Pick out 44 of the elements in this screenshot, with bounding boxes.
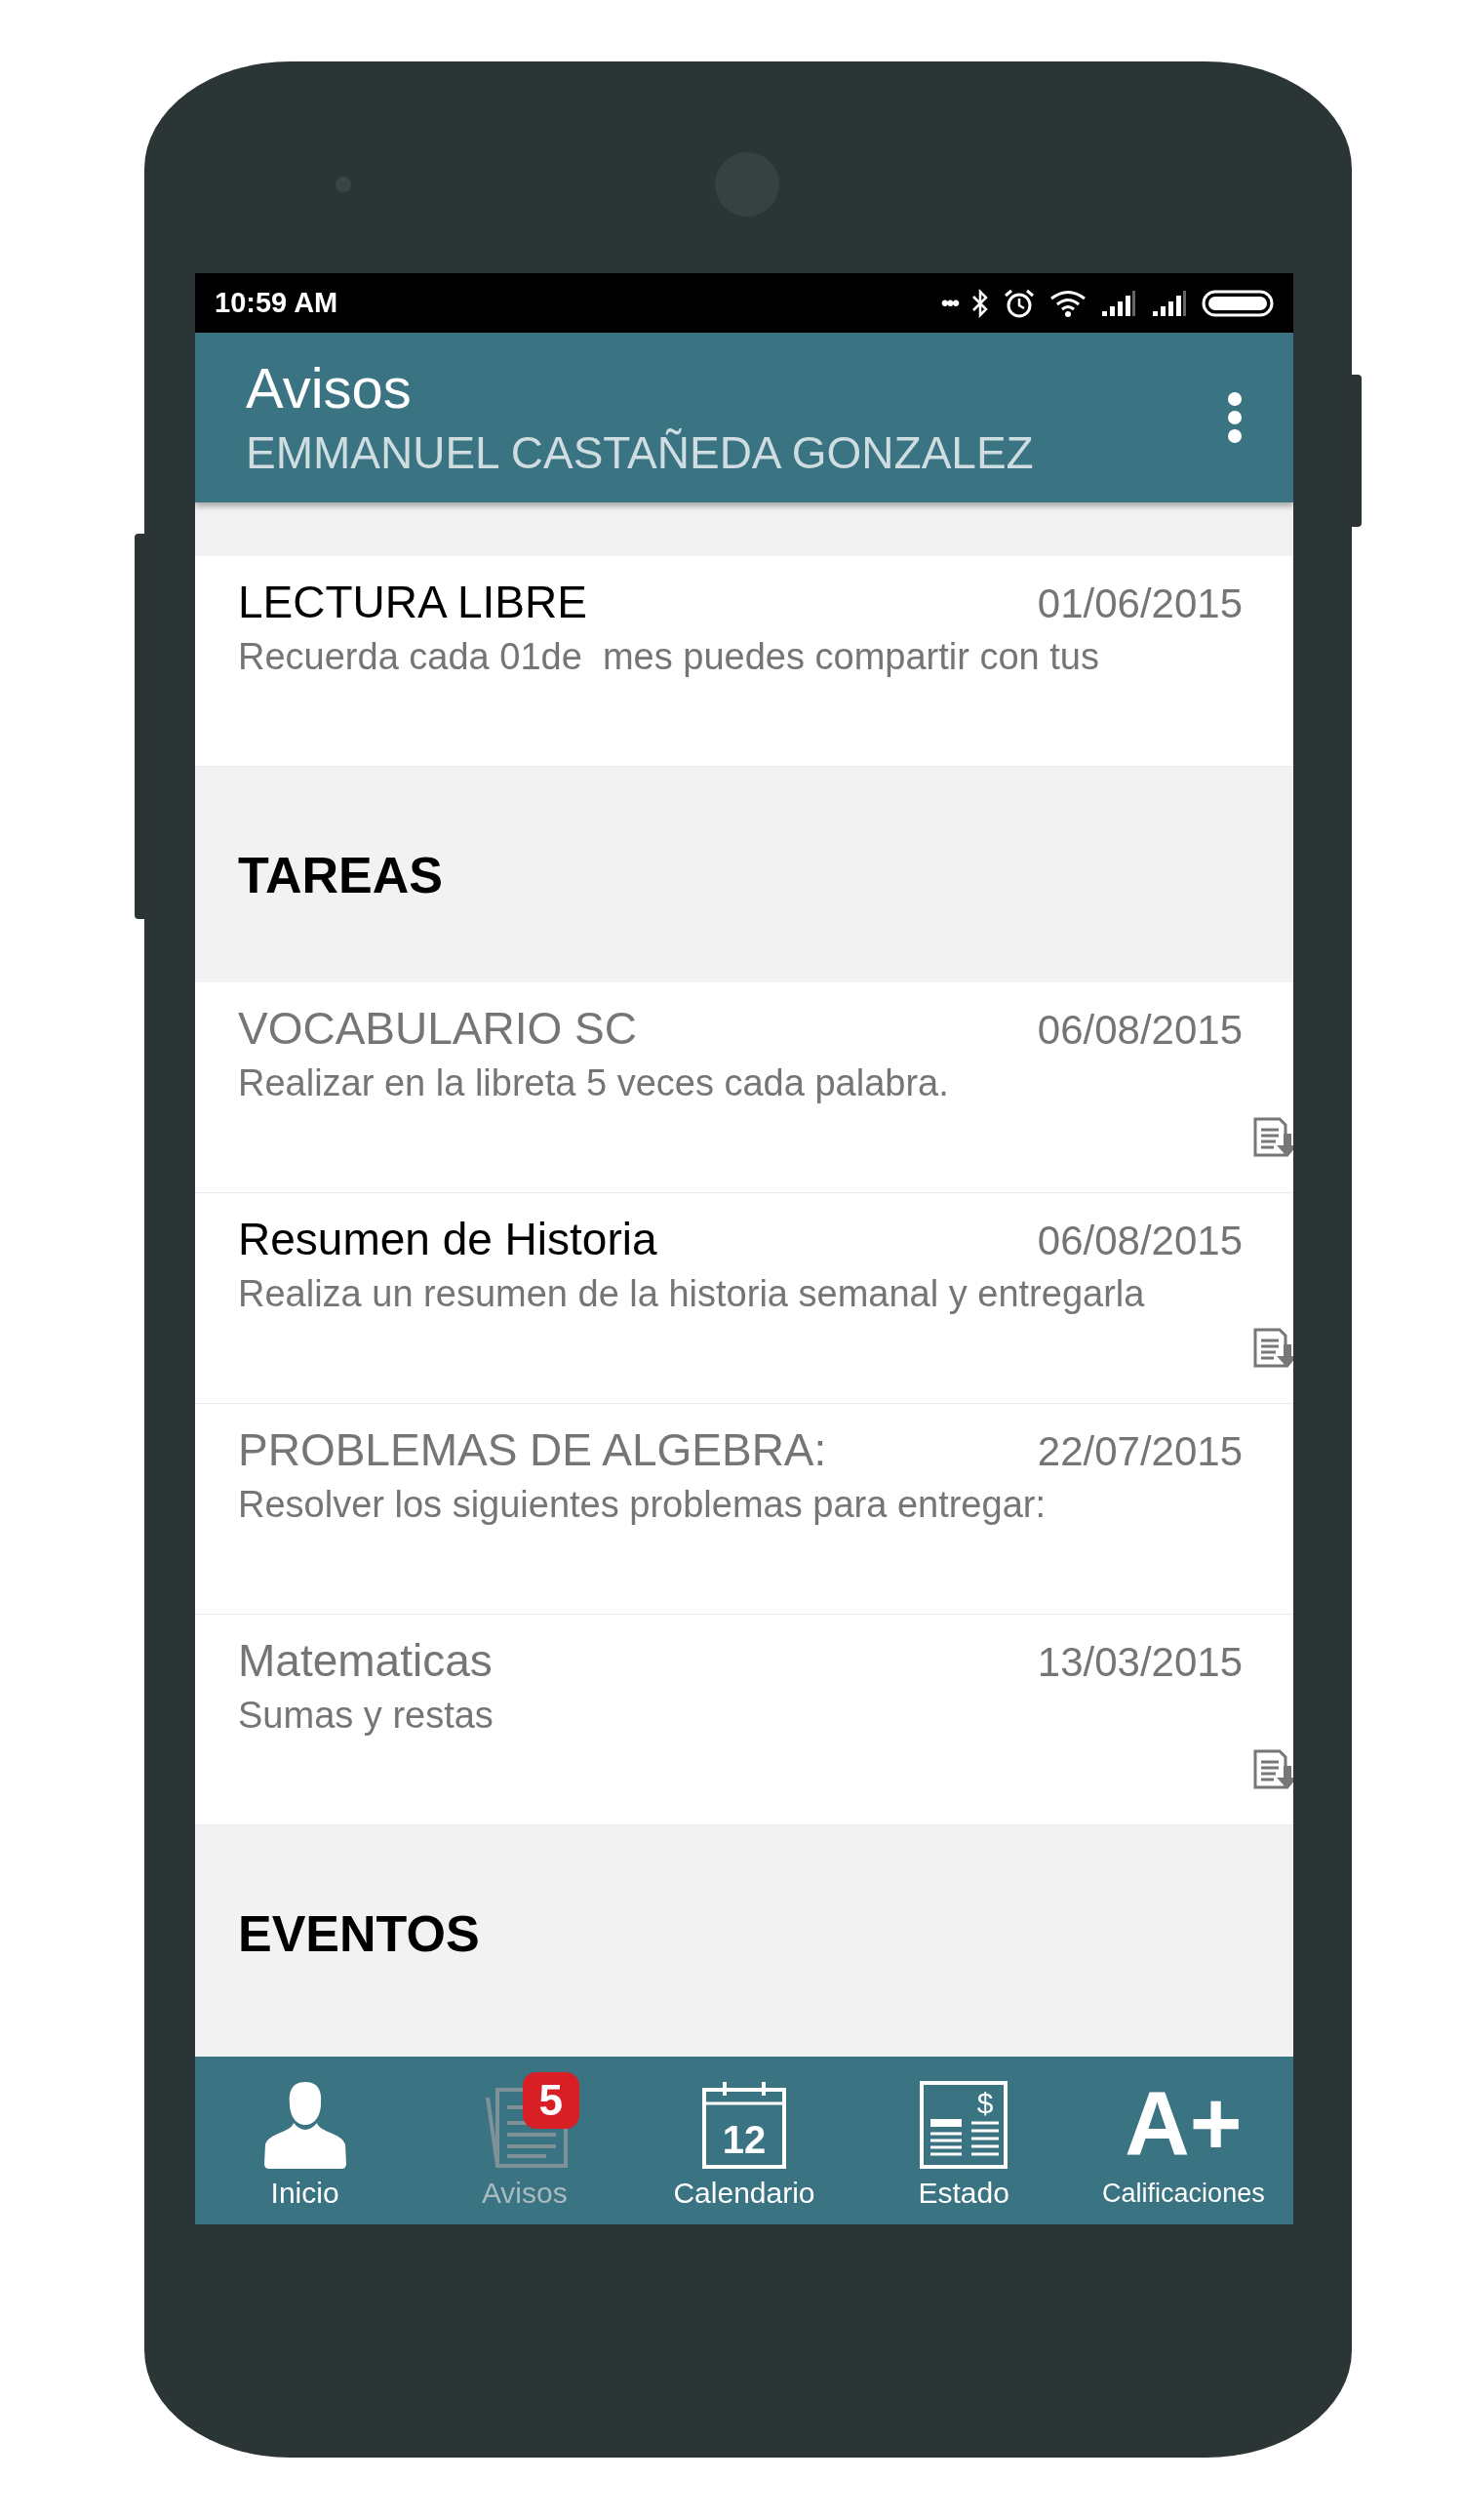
signal-icon xyxy=(1151,289,1188,317)
notice-title: Resumen de Historia xyxy=(238,1213,657,1266)
notice-date: 22/07/2015 xyxy=(1037,1427,1243,1476)
alarm-icon xyxy=(1003,287,1036,319)
status-time: 10:59 AM xyxy=(215,285,338,320)
notice-date: 06/08/2015 xyxy=(1037,1006,1243,1055)
notice-description: Resolver los siguientes problemas para entregar: xyxy=(238,1483,1046,1527)
signal-icon xyxy=(1100,289,1137,317)
more-notifications-icon: ••• xyxy=(940,287,958,319)
nav-tab[interactable]: A+ Calificaciones xyxy=(1073,2057,1293,2224)
notice-title: PROBLEMAS DE ALGEBRA: xyxy=(238,1423,827,1477)
notice-item[interactable]: VOCABULARIO SC 06/08/2015 Realizar en la libreta 5 veces cada palabra. xyxy=(195,982,1293,1193)
battery-icon xyxy=(1202,289,1274,317)
nav-tab[interactable]: $ Estado xyxy=(853,2057,1074,2224)
statement-icon: $ xyxy=(919,2080,1009,2170)
notice-date: 06/08/2015 xyxy=(1037,1217,1243,1265)
nav-tab[interactable]: 5 Avisos xyxy=(415,2057,635,2224)
nav-tab[interactable]: Inicio xyxy=(195,2057,415,2224)
notice-description: Realiza un resumen de la historia semanal y entregarla xyxy=(238,1272,1145,1316)
notice-description: Realizar en la libreta 5 veces cada palabra. xyxy=(238,1061,949,1105)
notice-item[interactable]: Resumen de Historia 06/08/2015 Realiza un resumen de la historia semanal y entregarla xyxy=(195,1193,1293,1404)
attachment-download-icon[interactable] xyxy=(1252,1116,1293,1159)
notice-title: VOCABULARIO SC xyxy=(238,1002,637,1056)
section-heading: TAREAS xyxy=(238,845,443,905)
notice-date: 13/03/2015 xyxy=(1037,1638,1243,1687)
notice-item[interactable]: PROBLEMAS DE ALGEBRA: 22/07/2015 Resolver los siguientes problemas para entregar: xyxy=(195,1404,1293,1615)
attachment-download-icon[interactable] xyxy=(1252,1327,1293,1370)
overflow-menu-icon xyxy=(1227,391,1243,444)
wifi-icon xyxy=(1049,289,1087,317)
bluetooth-icon xyxy=(971,288,989,318)
student-name: EMMANUEL CASTAÑEDA GONZALEZ xyxy=(246,426,1034,480)
notice-description: Sumas y restas xyxy=(238,1694,494,1738)
grade-icon: A+ xyxy=(1125,2076,1243,2170)
notice-title: Matematicas xyxy=(238,1634,493,1688)
section-heading: EVENTOS xyxy=(238,1903,480,1964)
unread-badge: 5 xyxy=(522,2072,579,2129)
nav-tab[interactable]: 12 Calendario xyxy=(634,2057,854,2224)
notice-item[interactable]: LECTURA LIBRE 01/06/2015 Recuerda cada 01de mes puedes compartir con tus xyxy=(195,556,1293,767)
notice-description: Recuerda cada 01de mes puedes compartir con tus xyxy=(238,635,1099,679)
notice-date: 01/06/2015 xyxy=(1037,580,1243,628)
attachment-download-icon[interactable] xyxy=(1252,1748,1293,1791)
screen-title: Avisos xyxy=(246,355,413,421)
notice-item[interactable]: Matematicas 13/03/2015 Sumas y restas xyxy=(195,1615,1293,1825)
notice-title: LECTURA LIBRE xyxy=(238,576,587,629)
